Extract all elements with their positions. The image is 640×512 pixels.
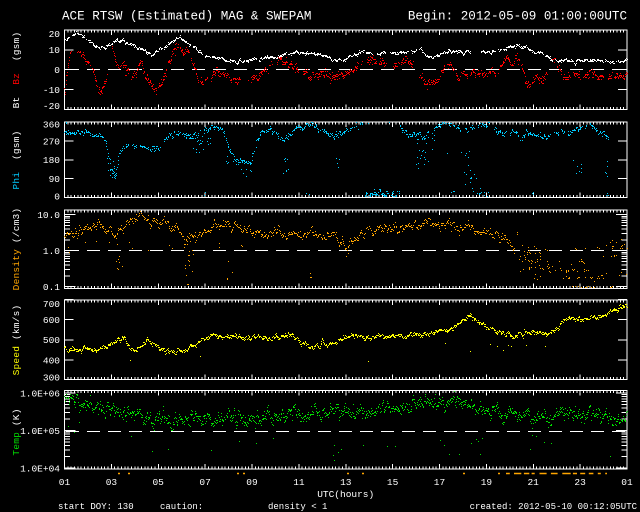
svg-text:400: 400: [43, 355, 60, 366]
svg-text:11: 11: [293, 477, 305, 488]
svg-text:-20: -20: [43, 101, 60, 112]
svg-text:10.0: 10.0: [37, 210, 60, 221]
svg-text:17: 17: [434, 477, 445, 488]
svg-text:0: 0: [54, 191, 60, 202]
svg-text:0.1: 0.1: [43, 282, 60, 293]
svg-text:start DOY: 130: start DOY: 130: [58, 502, 134, 512]
svg-text:21: 21: [527, 477, 539, 488]
svg-text:600: 600: [43, 315, 60, 326]
svg-text:Speed (km/s): Speed (km/s): [11, 305, 22, 376]
svg-text:20: 20: [49, 29, 61, 40]
svg-text:09: 09: [246, 477, 258, 488]
svg-text:0: 0: [54, 65, 60, 76]
svg-text:07: 07: [199, 477, 210, 488]
svg-text:01: 01: [621, 477, 633, 488]
svg-text:1.0E+04: 1.0E+04: [20, 463, 60, 474]
svg-text:Begin: 2012-05-09 01:00:00UTC: Begin: 2012-05-09 01:00:00UTC: [408, 10, 628, 24]
svg-text:270: 270: [43, 136, 60, 147]
svg-text:05: 05: [152, 477, 164, 488]
svg-text:caution:: caution:: [160, 502, 203, 512]
svg-text:23: 23: [574, 477, 586, 488]
svg-text:Phi (gsm): Phi (gsm): [11, 130, 22, 189]
svg-text:15: 15: [387, 477, 399, 488]
svg-text:1.0E+05: 1.0E+05: [20, 426, 60, 437]
svg-text:360: 360: [43, 119, 60, 130]
svg-text:density < 1: density < 1: [268, 502, 327, 512]
svg-text:UTC(hours): UTC(hours): [317, 489, 374, 500]
svg-text:300: 300: [43, 373, 60, 384]
svg-text:13: 13: [340, 477, 352, 488]
svg-text:ACE RTSW (Estimated) MAG & SWE: ACE RTSW (Estimated) MAG & SWEPAM: [62, 10, 311, 24]
svg-text:01: 01: [59, 477, 71, 488]
svg-text:19: 19: [481, 477, 493, 488]
svg-text:Density (/cm3): Density (/cm3): [11, 208, 22, 291]
svg-text:10: 10: [49, 45, 61, 56]
svg-text:03: 03: [106, 477, 118, 488]
svg-text:1.0: 1.0: [43, 246, 60, 257]
svg-text:1.0E+06: 1.0E+06: [20, 388, 60, 399]
svg-text:90: 90: [49, 174, 61, 185]
svg-text:180: 180: [43, 155, 60, 166]
svg-text:700: 700: [43, 299, 60, 310]
svg-text:created: 2012-05-10 00:12:05UT: created: 2012-05-10 00:12:05UTC: [470, 502, 638, 512]
svg-text:500: 500: [43, 335, 60, 346]
svg-text:-10: -10: [43, 85, 60, 96]
svg-text:Temp (K): Temp (K): [11, 408, 22, 455]
svg-text:Bt Bz (gsm): Bt Bz (gsm): [11, 32, 22, 109]
